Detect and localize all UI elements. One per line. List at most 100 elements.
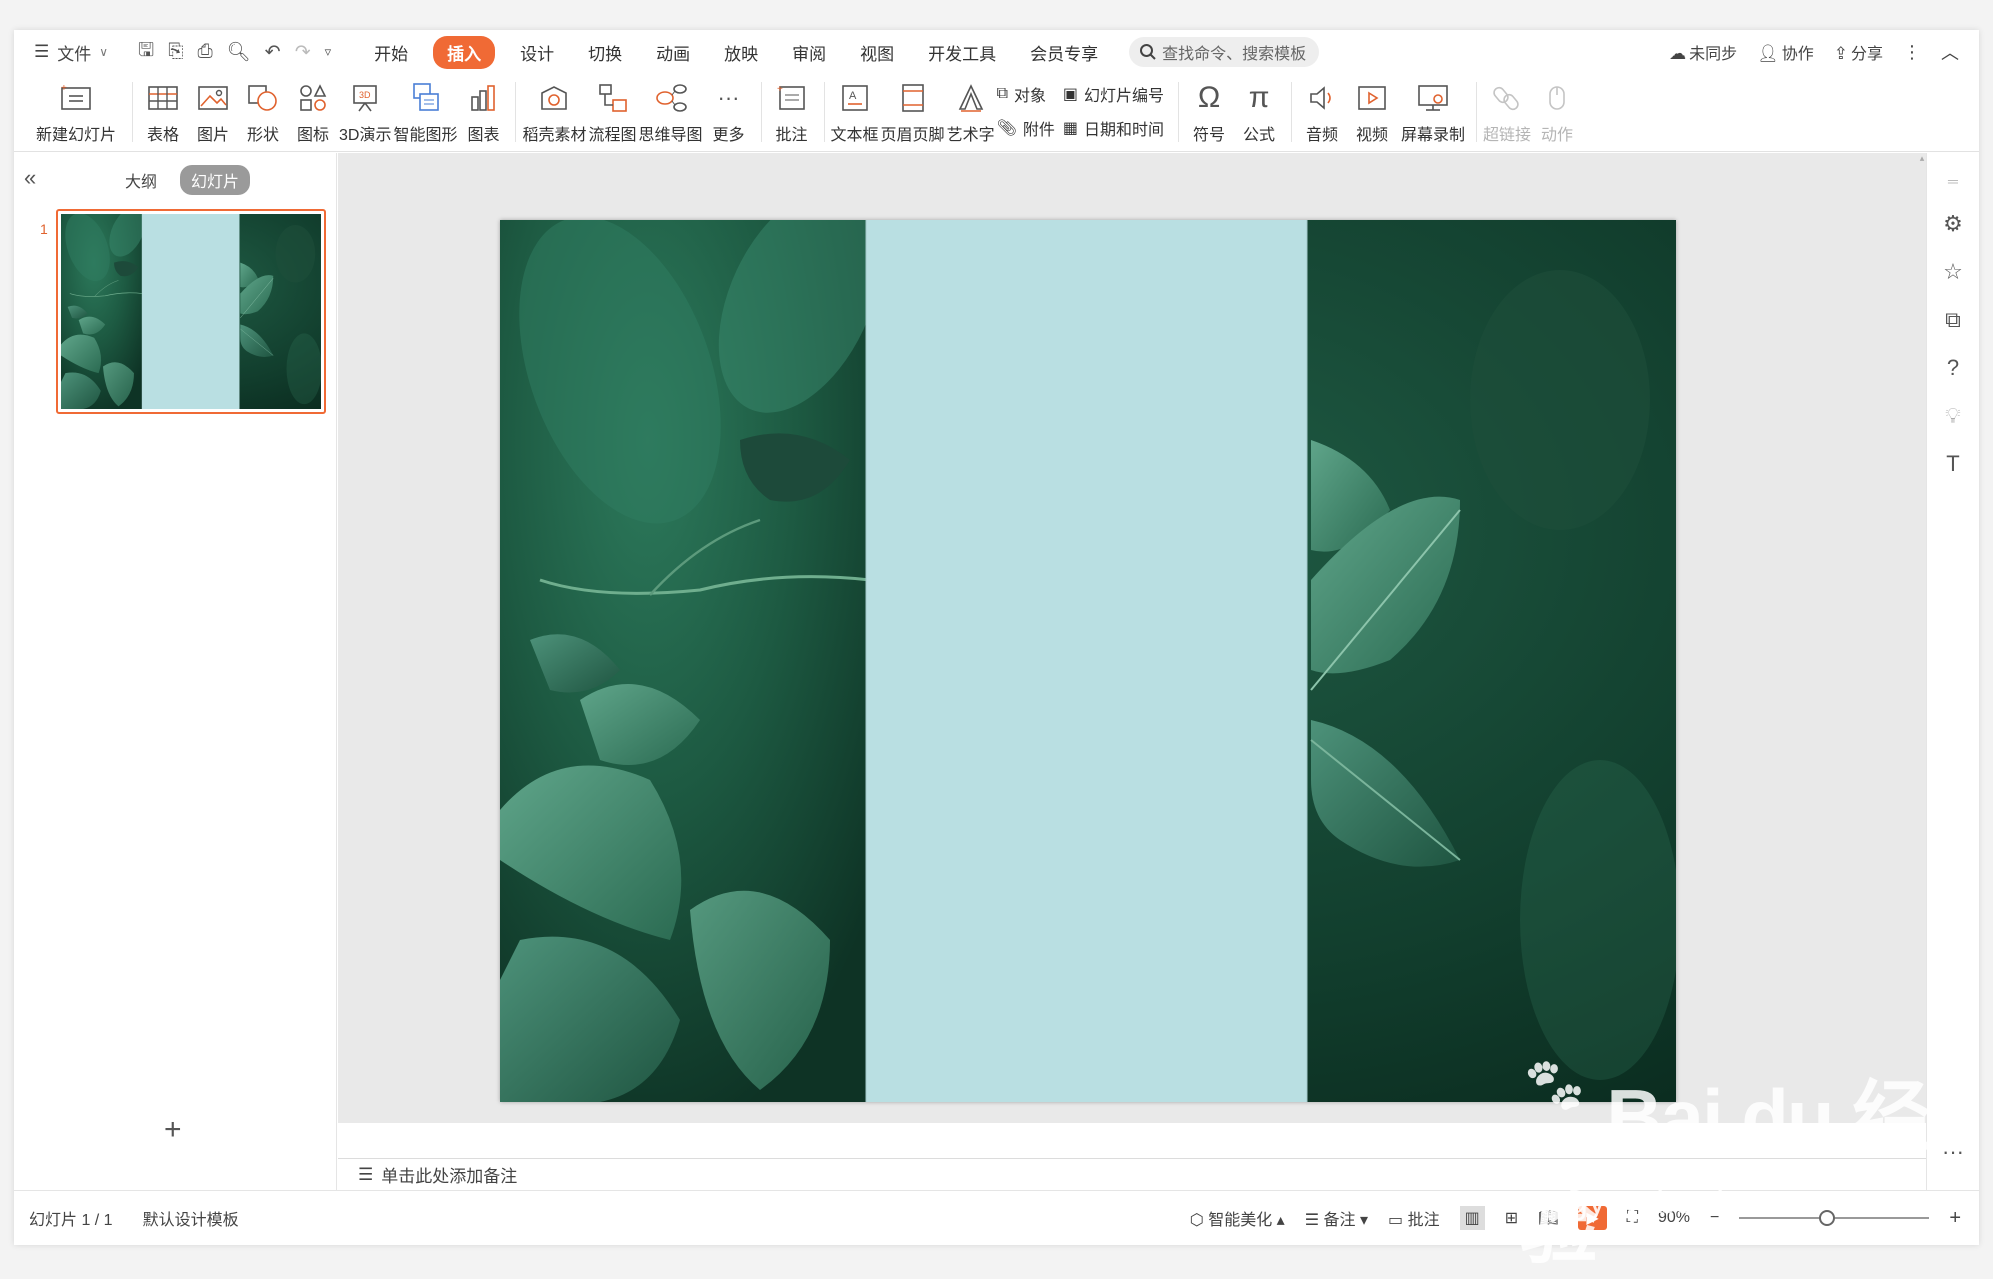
cloud-icon: ☁ [1669,44,1687,63]
zoom-slider[interactable] [1739,1210,1930,1226]
menu-bar: ☰ 文件 ∨ 🖫 ⎘ ⎙ 🔍︎ ↶ ↷ ▿ 开始 插入 设计 切换 动画 放映 … [14,30,1979,74]
slide-sorter-icon[interactable]: ⊞ [1505,1208,1518,1228]
divider [1178,82,1180,142]
table-label: 表格 [146,127,179,144]
slide-number-label: 幻灯片编号 [1084,88,1165,105]
icon-button[interactable]: 图标 [289,74,337,145]
scroll-up-icon[interactable]: ▴ [1918,153,1926,171]
notes-toggle-button[interactable]: ☰ 备注 ▾ [1305,1206,1368,1230]
share-button[interactable]: ⇪ 分享 [1834,40,1883,64]
print-preview-icon[interactable]: 🔍︎ [227,40,251,64]
flowchart-button[interactable]: 流程图 [589,74,637,145]
symbol-button[interactable]: Ω 符号 [1185,74,1233,145]
notes-bar[interactable]: ☰ 单击此处添加备注 [338,1158,1926,1190]
zoom-out-icon[interactable]: − [1710,1209,1719,1227]
ribbon-insert: + 新建幻灯片 表格 图片 形状 图标 3D 3D演示 智能图形 图表 稻壳素材… [14,74,1979,152]
hyperlink-button[interactable]: 超链接 [1483,74,1531,145]
save-icon[interactable]: 🖫 [138,36,154,68]
wordart-label: 艺术字 [946,127,995,144]
slide-panel: « 大纲 幻灯片 1 + [14,153,337,1190]
normal-view-icon[interactable]: ▥ [1459,1206,1485,1230]
zoom-in-icon[interactable]: + [1949,1207,1961,1230]
audio-label: 音频 [1306,127,1339,144]
copy-icon[interactable]: ⧉ [1945,307,1961,333]
tab-insert[interactable]: 插入 [433,35,496,69]
star-icon[interactable]: ☆ [1943,259,1963,285]
paperclip-icon: 📎︎ [996,120,1017,137]
search-box[interactable]: 查找命令、搜索模板 [1129,37,1320,67]
insert-small-group-1: ⧉ 对象 📎︎ 附件 [997,74,1055,140]
video-button[interactable]: 视频 [1348,74,1396,145]
fit-window-icon[interactable]: ⛶ [1627,1209,1638,1227]
play-slideshow-button[interactable]: ▶ [1578,1206,1607,1230]
lightbulb-icon[interactable]: 💡︎ [1945,403,1960,429]
redo-icon[interactable]: ↷ [295,41,311,64]
tab-slides[interactable]: 幻灯片 [180,165,251,195]
new-slide-button[interactable]: + 新建幻灯片 [28,74,124,145]
sync-button[interactable]: ☁ 未同步 [1669,40,1737,64]
header-footer-button[interactable]: 页眉页脚 [881,74,945,145]
slide-number-button[interactable]: ▣ 幻灯片编号 [1063,82,1164,106]
comment-toggle-button[interactable]: ▭ 批注 [1388,1206,1440,1230]
tab-slideshow[interactable]: 放映 [707,36,775,69]
object-button[interactable]: ⧉ 对象 [997,82,1055,106]
add-slide-button[interactable]: + [164,1113,182,1147]
more-horizontal-icon[interactable]: ··· [1942,1139,1964,1165]
audio-button[interactable]: 音频 [1298,74,1346,145]
help-icon[interactable]: ? [1947,355,1959,381]
print-icon[interactable]: ⎙ [197,41,212,63]
screen-record-button[interactable]: 屏幕录制 [1398,74,1468,145]
drag-handle-icon: ═ [1948,173,1958,189]
material-button[interactable]: 稻壳素材 [522,74,587,145]
3d-button[interactable]: 3D 3D演示 [339,74,391,145]
text-icon[interactable]: T [1946,451,1959,477]
collapse-panel-icon[interactable]: « [24,165,36,191]
action-button[interactable]: 动作 [1533,74,1581,145]
chart-button[interactable]: 图表 [459,74,507,145]
comment-button[interactable]: + 批注 [768,74,816,145]
material-icon [534,78,574,118]
icons-icon [293,78,333,118]
mindmap-button[interactable]: 思维导图 [639,74,703,145]
format-painter-icon[interactable]: ⎘ [168,41,183,63]
mindmap-icon [651,78,691,118]
tab-animation[interactable]: 动画 [639,36,707,69]
properties-icon[interactable]: ⚙︎ [1943,211,1963,237]
tab-review[interactable]: 审阅 [775,36,843,69]
slide-canvas[interactable] [500,220,1676,1102]
more-vertical-icon[interactable]: ⋮ [1903,42,1921,63]
shape-button[interactable]: 形状 [239,74,287,145]
beautify-button[interactable]: ⬡ 智能美化 ▴ [1190,1206,1285,1230]
tab-design[interactable]: 设计 [503,36,571,69]
undo-icon[interactable]: ↶ [265,41,281,64]
tab-home[interactable]: 开始 [357,36,425,69]
picture-button[interactable]: 图片 [189,74,237,145]
datetime-label: 日期和时间 [1084,122,1165,139]
wordart-button[interactable]: 艺术字 [947,74,995,145]
smartart-button[interactable]: 智能图形 [393,74,457,145]
divider [823,82,825,142]
tab-view[interactable]: 视图 [843,36,911,69]
customize-qa-icon[interactable]: ▿ [325,44,332,60]
zoom-level[interactable]: 90% [1658,1209,1690,1227]
tab-outline[interactable]: 大纲 [114,165,168,195]
collapse-ribbon-icon[interactable]: ︿ [1941,39,1959,65]
hyperlink-label: 超链接 [1483,127,1532,144]
tab-member[interactable]: 会员专享 [1013,36,1115,69]
textbox-button[interactable]: A 文本框 [831,74,879,145]
slide-thumbnail[interactable] [56,209,326,414]
datetime-button[interactable]: ▦ 日期和时间 [1063,116,1164,140]
attachment-button[interactable]: 📎︎ 附件 [997,116,1055,140]
zoom-slider-knob[interactable] [1819,1210,1836,1226]
file-menu[interactable]: ☰ 文件 ∨ [34,40,108,65]
textbox-label: 文本框 [830,127,879,144]
tab-developer[interactable]: 开发工具 [911,36,1013,69]
table-button[interactable]: 表格 [139,74,187,145]
vertical-scrollbar[interactable]: ▴ [1918,153,1926,1123]
more-button[interactable]: ··· 更多 [705,74,753,145]
tab-transitions[interactable]: 切换 [571,36,639,69]
collab-button[interactable]: 👤︎ 协作 [1757,40,1814,64]
template-name[interactable]: 默认设计模板 [143,1206,239,1230]
formula-button[interactable]: π 公式 [1235,74,1283,145]
reading-view-icon[interactable]: 📖︎ [1538,1208,1558,1228]
